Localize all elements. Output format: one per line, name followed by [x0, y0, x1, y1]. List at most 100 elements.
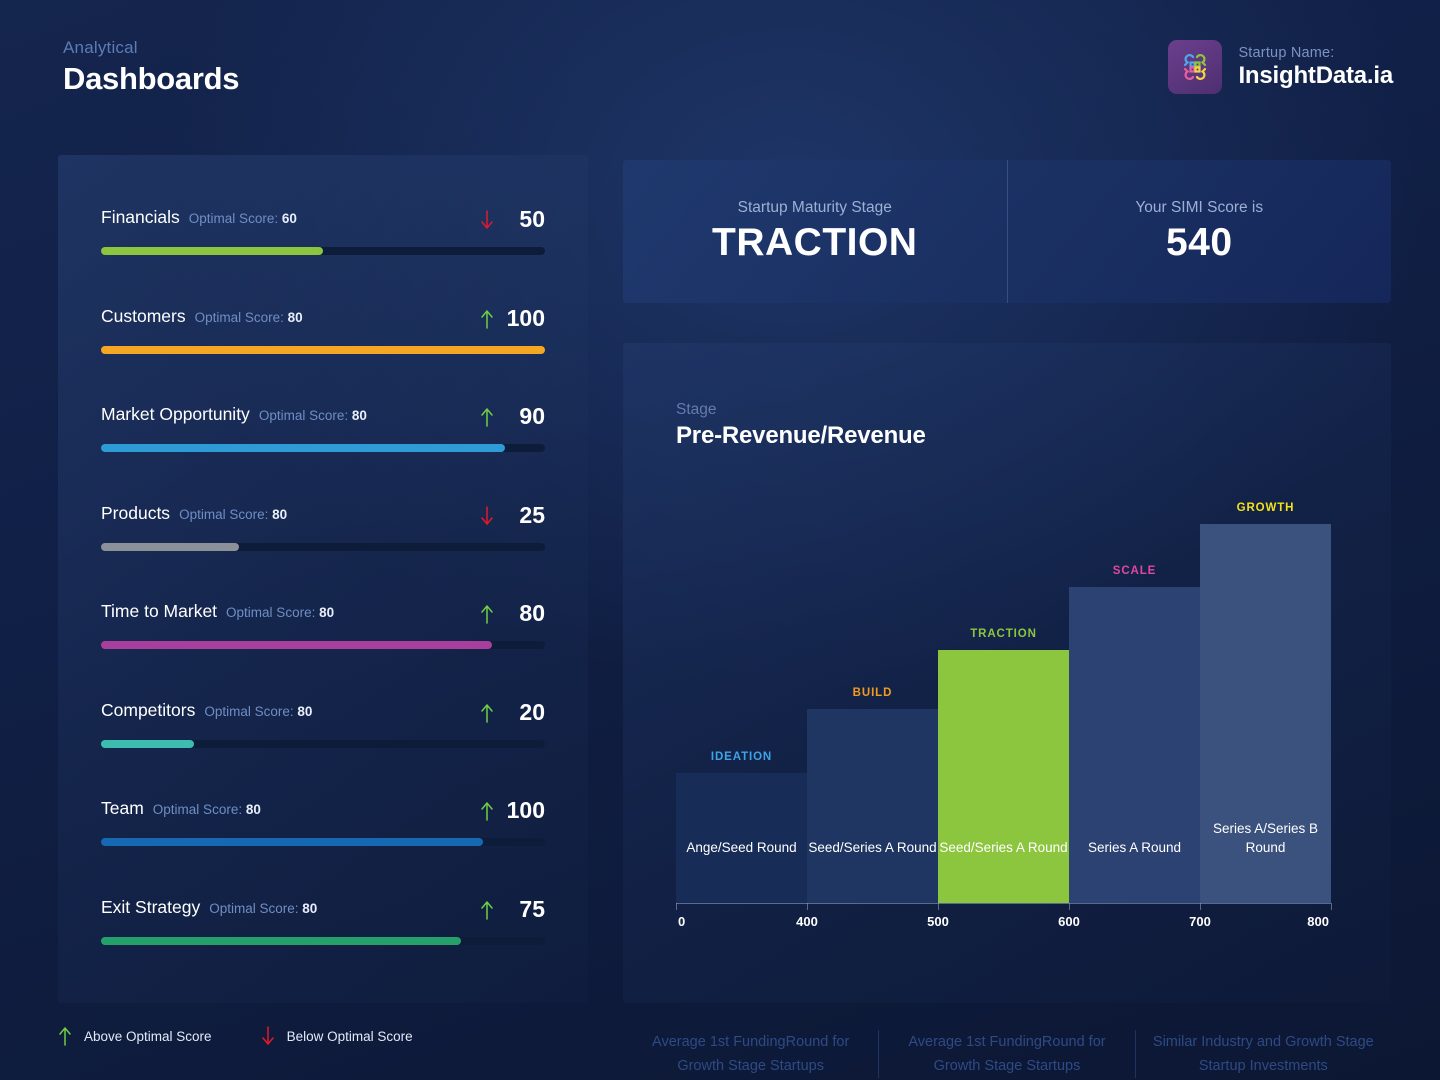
metric-score: 100 — [506, 305, 545, 331]
metric-progress-fill — [101, 838, 483, 846]
metric-score-block: 100 — [480, 305, 545, 332]
arrow-up-icon — [481, 801, 493, 821]
metric-progress-fill — [101, 346, 545, 354]
metric-progress-fill — [101, 740, 195, 748]
arrow-up-icon — [481, 604, 493, 624]
chart-bar-column[interactable]: GROWTH Series A/Series B Round — [1200, 502, 1331, 903]
chart-bar[interactable]: Ange/Seed Round — [676, 772, 807, 903]
legend-item-above: Above Optimal Score — [58, 1026, 212, 1046]
metric-optimal: Optimal Score: 80 — [179, 507, 288, 522]
summary-stats-panel: Startup Maturity Stage TRACTION Your SIMI … — [623, 160, 1391, 303]
metric-header: Customers Optimal Score: 80 100 — [101, 305, 545, 332]
metric-score-block: 80 — [480, 600, 545, 627]
brand-text: Startup Name: InsightData.ia — [1238, 45, 1393, 90]
metric-progress-track — [101, 444, 545, 452]
chart-bar-column[interactable]: IDEATION Ange/Seed Round — [676, 508, 807, 903]
chart-stage-tag: IDEATION — [710, 750, 773, 763]
metric-score: 25 — [519, 502, 545, 528]
chart-bar-column[interactable]: TRACTION Seed/Series A Round — [938, 508, 1069, 903]
metric-name: Team — [101, 798, 144, 818]
legend-item-below: Below Optimal Score — [261, 1026, 413, 1046]
page-title-block: Analytical Dashboards — [63, 38, 239, 97]
metric-header: Products Optimal Score: 80 25 — [101, 502, 545, 529]
metric-name: Time to Market — [101, 601, 218, 621]
page-header: Analytical Dashboards Startup Name: Insi… — [0, 0, 1440, 140]
metric-row: Financials Optimal Score: 60 50 — [101, 206, 545, 255]
x-axis-tick-label: 400 — [796, 914, 818, 929]
metric-score: 90 — [519, 403, 545, 429]
arrow-down-icon — [481, 209, 493, 229]
x-axis-tick — [807, 903, 808, 910]
page-title: Dashboards — [63, 61, 240, 96]
metric-score-block: 50 — [480, 206, 545, 233]
x-axis-tick — [676, 903, 677, 910]
metric-optimal: Optimal Score: 80 — [194, 310, 303, 325]
x-axis-line: 0 400 500 600 700 800 — [676, 903, 1332, 929]
chart-header: Stage Pre-Revenue/Revenue — [676, 401, 926, 450]
metric-row: Time to Market Optimal Score: 80 80 — [101, 600, 545, 649]
metric-progress-track — [101, 543, 545, 551]
x-axis-tick-label: 700 — [1189, 914, 1211, 929]
chart-bar[interactable]: Series A Round — [1069, 587, 1200, 903]
arrow-up-icon — [481, 900, 493, 920]
x-axis-tick — [1331, 903, 1332, 910]
x-axis-tick — [1069, 903, 1070, 910]
x-axis-tick — [938, 903, 939, 910]
metric-header: Time to Market Optimal Score: 80 80 — [101, 600, 545, 627]
chart-stage-tag: BUILD — [852, 687, 893, 700]
chart-bars: IDEATION Ange/Seed Round BUILD Seed/Series … — [676, 502, 1331, 903]
brand-block: Startup Name: InsightData.ia — [1168, 40, 1393, 94]
metric-score-block: 75 — [480, 896, 545, 923]
metric-name: Customers — [101, 306, 186, 326]
metric-progress-fill — [101, 937, 461, 945]
chart-stage-tag: TRACTION — [970, 628, 1037, 641]
chart-bar[interactable]: Series A/Series B Round — [1200, 523, 1331, 903]
metrics-panel: Financials Optimal Score: 60 50 Customers Op… — [58, 155, 588, 1003]
metric-progress-track — [101, 641, 545, 649]
metric-row: Exit Strategy Optimal Score: 80 75 — [101, 896, 545, 945]
metric-header: Team Optimal Score: 80 100 — [101, 797, 545, 824]
metric-optimal: Optimal Score: 60 — [188, 211, 297, 226]
arrow-down-icon — [261, 1026, 274, 1046]
x-axis-tick-label: 600 — [1058, 914, 1080, 929]
chart-bar-label: Series A/Series B Round — [1212, 821, 1319, 855]
stat-card: Startup Maturity Stage TRACTION — [623, 160, 1007, 303]
chart-plot-area: IDEATION Ange/Seed Round BUILD Seed/Series … — [676, 502, 1331, 903]
metric-progress-fill — [101, 543, 239, 551]
metric-score: 20 — [519, 699, 545, 725]
metric-score-block: 20 — [480, 699, 545, 726]
metric-progress-fill — [101, 247, 323, 255]
metric-optimal: Optimal Score: 80 — [226, 605, 335, 620]
chart-stage-tag: GROWTH — [1236, 501, 1295, 514]
metric-score: 100 — [506, 797, 545, 823]
chart-bar-label: Ange/Seed Round — [686, 840, 797, 855]
chart-eyebrow: Stage — [676, 401, 717, 418]
metric-optimal: Optimal Score: 80 — [209, 901, 318, 916]
score-legend: Above Optimal Score Below Optimal Score — [58, 1026, 413, 1046]
chart-bar-label: Seed/Series A Round — [939, 840, 1068, 855]
chart-bar-column[interactable]: BUILD Seed/Series A Round — [807, 508, 938, 903]
metric-name: Competitors — [101, 700, 196, 720]
chart-bar[interactable]: Seed/Series A Round — [938, 650, 1069, 903]
chart-bar-label: Series A Round — [1087, 840, 1182, 855]
metric-score: 75 — [519, 896, 545, 922]
metric-header: Market Opportunity Optimal Score: 80 90 — [101, 403, 545, 430]
chart-bar-label: Seed/Series A Round — [808, 840, 937, 855]
chart-bar-column[interactable]: SCALE Series A Round — [1069, 508, 1200, 903]
stat-value: 540 — [1165, 220, 1233, 264]
metric-progress-track — [101, 937, 545, 945]
chart-bar[interactable]: Seed/Series A Round — [807, 709, 938, 903]
metric-row: Customers Optimal Score: 80 100 — [101, 305, 545, 354]
chart-stage-tag: SCALE — [1112, 565, 1157, 577]
x-axis-tick — [1200, 903, 1201, 910]
legend-above-label: Above Optimal Score — [84, 1028, 212, 1044]
metric-progress-track — [101, 346, 545, 354]
metric-header: Exit Strategy Optimal Score: 80 75 — [101, 896, 545, 923]
x-axis-tick-label: 500 — [927, 914, 949, 929]
interlocking-loops-logo-icon — [1184, 54, 1207, 80]
stat-card: Your SIMI Score is 540 — [1006, 160, 1392, 303]
arrow-up-icon — [59, 1026, 71, 1046]
metric-row: Team Optimal Score: 80 100 — [101, 797, 545, 846]
chart-title: Pre-Revenue/Revenue — [676, 422, 926, 449]
metric-name: Financials — [101, 207, 180, 227]
